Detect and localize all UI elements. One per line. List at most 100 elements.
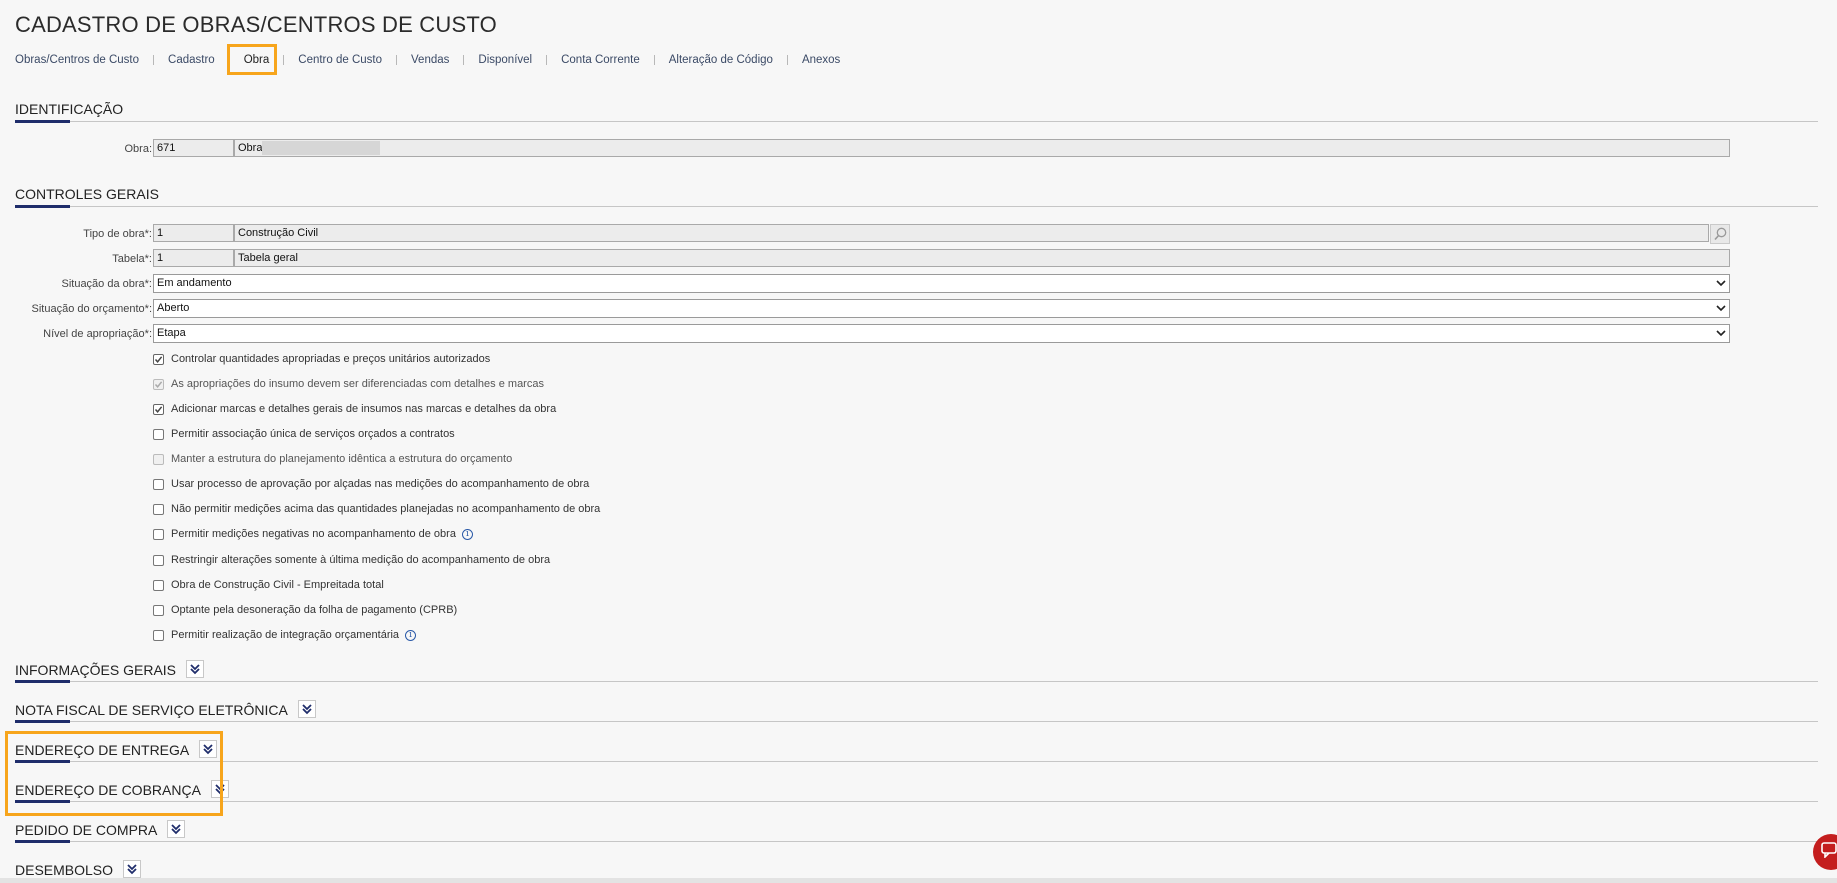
row-tabela: Tabela*: 1 Tabela geral [0, 249, 1740, 269]
obra-name-field[interactable]: Obra [234, 139, 1730, 157]
section-endereco-entrega: ENDEREÇO DE ENTREGA [15, 739, 1818, 763]
checkbox[interactable] [153, 629, 164, 641]
expand-section-button[interactable] [123, 860, 142, 878]
checkbox-row[interactable]: Manter a estrutura do planejamento idênt… [153, 451, 512, 467]
tab-bar: Obras/Centros de Custo Cadastro Obra Cen… [15, 51, 840, 69]
section-title-controles: CONTROLES GERAIS [15, 186, 159, 202]
tab-centro-de-custo[interactable]: Centro de Custo [298, 54, 382, 66]
section-title-desembolso[interactable]: DESEMBOLSO [15, 862, 113, 878]
checkbox-row[interactable]: Controlar quantidades apropriadas e preç… [153, 351, 490, 367]
section-accent-bar [15, 720, 70, 723]
page-title: CADASTRO DE OBRAS/CENTROS DE CUSTO [15, 12, 497, 37]
checkbox[interactable] [153, 604, 164, 616]
checkbox-row[interactable]: Obra de Construção Civil - Empreitada to… [153, 577, 384, 593]
tipo-obra-code-field[interactable]: 1 [153, 224, 234, 242]
checkbox-row[interactable]: Restringir alterações somente à última m… [153, 552, 550, 568]
checkbox-label: As apropriações do insumo devem ser dife… [171, 378, 544, 390]
tab-separator [546, 55, 548, 65]
checkbox[interactable] [153, 528, 164, 540]
chat-icon [1821, 842, 1837, 858]
section-title-nota-fiscal[interactable]: NOTA FISCAL DE SERVIÇO ELETRÔNICA [15, 702, 288, 718]
situacao-obra-label: Situação da obra*: [61, 278, 152, 290]
checkbox-label: Manter a estrutura do planejamento idênt… [171, 453, 513, 465]
checkbox[interactable] [153, 378, 164, 390]
checkbox-row[interactable]: Permitir associação única de serviços or… [153, 426, 455, 442]
situacao-orcamento-label: Situação do orçamento*: [31, 303, 152, 315]
obra-code-field[interactable]: 671 [153, 139, 234, 157]
section-endereco-cobranca: ENDEREÇO DE COBRANÇA [15, 779, 1818, 803]
checkmark-icon [154, 405, 163, 413]
chevron-down-icon [1716, 305, 1726, 312]
horizontal-scrollbar[interactable] [0, 878, 1837, 883]
tab-conta-corrente[interactable]: Conta Corrente [561, 54, 640, 66]
checkbox[interactable] [153, 453, 164, 465]
checkbox[interactable] [153, 353, 164, 365]
redacted-text [262, 141, 381, 155]
section-pedido-compra: PEDIDO DE COMPRA [15, 819, 1818, 843]
chevron-down-icon [1716, 330, 1726, 337]
checkbox-label: Usar processo de aprovação por alçadas n… [171, 478, 590, 490]
tabela-label: Tabela*: [112, 253, 152, 265]
tab-cadastro[interactable]: Cadastro [168, 54, 215, 66]
tabela-code-field[interactable]: 1 [153, 249, 234, 267]
checkbox[interactable] [153, 579, 164, 591]
tipo-obra-search-button[interactable] [1710, 224, 1730, 244]
section-accent-bar [15, 680, 70, 683]
tab-vendas[interactable]: Vendas [411, 54, 449, 66]
tab-disponivel[interactable]: Disponível [478, 54, 532, 66]
tab-separator [653, 55, 655, 65]
tab-anexos[interactable]: Anexos [802, 54, 840, 66]
checkbox-label: Restringir alterações somente à última m… [171, 554, 551, 566]
checkbox-row[interactable]: Permitir medições negativas no acompanha… [153, 526, 473, 542]
tab-separator [153, 55, 155, 65]
expand-section-button[interactable] [297, 700, 316, 718]
section-accent-bar [15, 120, 70, 123]
checkbox-row[interactable]: Permitir realização de integração orçame… [153, 627, 417, 643]
expand-section-button[interactable] [186, 660, 205, 678]
checkbox-label: Optante pela desoneração da folha de pag… [171, 604, 458, 616]
checkbox-row[interactable]: Usar processo de aprovação por alçadas n… [153, 476, 589, 492]
tab-obras-centros-de-custo[interactable]: Obras/Centros de Custo [15, 54, 139, 66]
tabela-desc-field[interactable]: Tabela geral [234, 249, 1730, 267]
checkbox-label: Obra de Construção Civil - Empreitada to… [171, 579, 384, 591]
checkbox[interactable] [153, 478, 164, 490]
row-tipo-obra: Tipo de obra*: 1 Construção Civil [0, 224, 1740, 244]
checkbox[interactable] [153, 554, 164, 566]
obra-label: Obra: [124, 143, 152, 155]
checkbox-label: Controlar quantidades apropriadas e preç… [171, 353, 491, 365]
nivel-apropriacao-select[interactable]: Etapa [153, 324, 1730, 343]
checkbox-label: Permitir associação única de serviços or… [171, 428, 455, 440]
double-chevron-down-icon [127, 864, 137, 875]
checkbox-row[interactable]: Adicionar marcas e detalhes gerais de in… [153, 401, 556, 417]
section-title-pedido-compra[interactable]: PEDIDO DE COMPRA [15, 822, 157, 838]
tipo-obra-desc-field[interactable]: Construção Civil [234, 224, 1709, 242]
checkbox-row[interactable]: Optante pela desoneração da folha de pag… [153, 602, 457, 618]
section-identificacao: IDENTIFICAÇÃO [15, 99, 1818, 123]
obra-name-text: Obra [238, 142, 263, 154]
active-tab-highlight [227, 44, 277, 75]
checkbox[interactable] [153, 403, 164, 415]
nivel-apropriacao-value: Etapa [157, 327, 186, 339]
nivel-apropriacao-label: Nível de apropriação*: [43, 328, 152, 340]
tab-separator [283, 55, 285, 65]
checkbox-row[interactable]: As apropriações do insumo devem ser dife… [153, 376, 544, 392]
section-accent-bar [15, 205, 70, 208]
row-obra: Obra: 671 Obra [0, 139, 1740, 159]
checkbox[interactable] [153, 503, 164, 515]
expand-section-button[interactable] [167, 820, 186, 838]
situacao-obra-select[interactable]: Em andamento [153, 274, 1730, 293]
situacao-orcamento-select[interactable]: Aberto [153, 299, 1730, 318]
checkbox-label: Não permitir medições acima das quantida… [171, 503, 601, 515]
info-icon[interactable] [405, 629, 417, 641]
search-icon [1714, 227, 1727, 241]
checkbox-row[interactable]: Não permitir medições acima das quantida… [153, 501, 600, 517]
section-title-informacoes-gerais[interactable]: INFORMAÇÕES GERAIS [15, 662, 176, 678]
situacao-obra-value: Em andamento [157, 277, 232, 289]
checkmark-icon [154, 355, 163, 363]
tab-alteracao-de-codigo[interactable]: Alteração de Código [669, 54, 773, 66]
situacao-orcamento-value: Aberto [157, 302, 190, 314]
info-icon[interactable] [461, 528, 473, 540]
row-nivel-apropriacao: Nível de apropriação*: Etapa [0, 324, 1740, 344]
checkbox[interactable] [153, 428, 164, 440]
section-title-identificacao: IDENTIFICAÇÃO [15, 101, 124, 117]
